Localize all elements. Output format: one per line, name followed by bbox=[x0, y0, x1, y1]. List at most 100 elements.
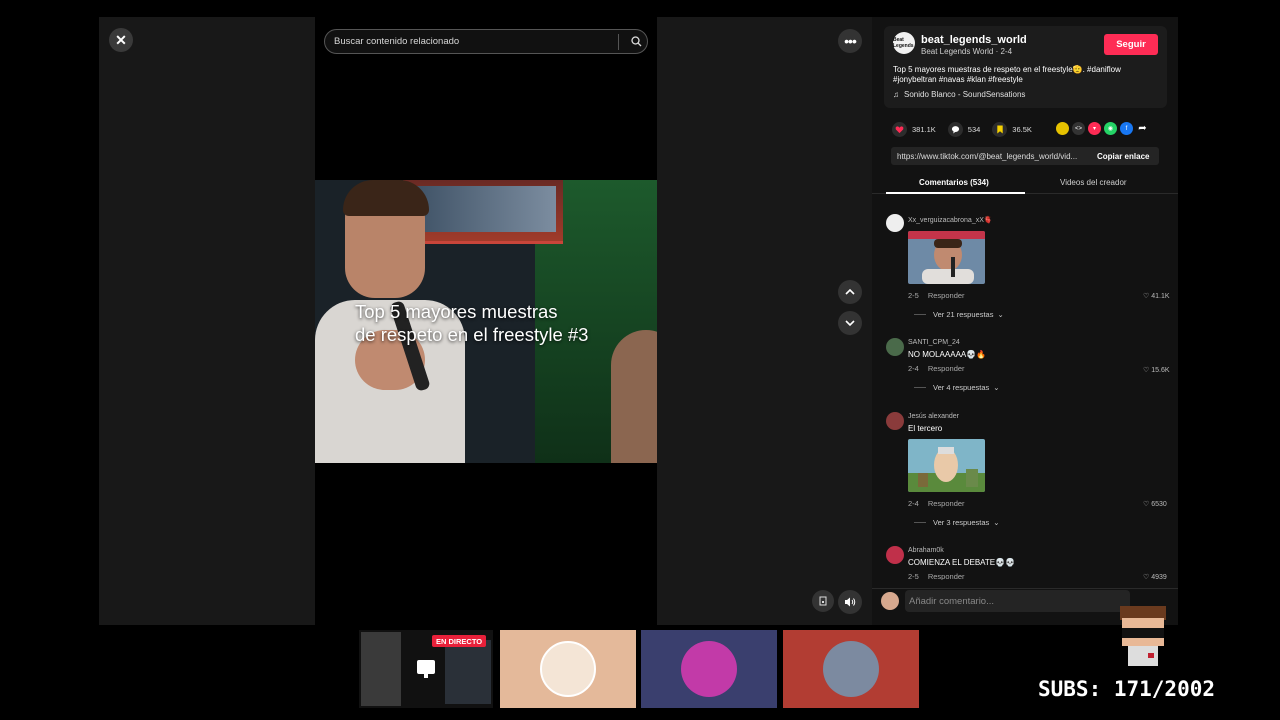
comment-count: 534 bbox=[967, 124, 981, 134]
like-stat[interactable]: 381.1K bbox=[892, 121, 936, 137]
view-replies-label: Ver 3 respuestas bbox=[933, 518, 990, 527]
comment-stat[interactable]: 534 bbox=[947, 121, 981, 137]
share-arrow-icon[interactable]: ➦ bbox=[1136, 122, 1149, 135]
reply-button[interactable]: Responder bbox=[928, 364, 965, 373]
chevron-down-icon: ⌄ bbox=[997, 310, 1004, 319]
video-link[interactable]: https://www.tiktok.com/@beat_legends_wor… bbox=[891, 152, 1091, 161]
follow-button[interactable]: Seguir bbox=[1104, 34, 1158, 55]
music-row[interactable]: ♫ Sonido Blanco - SoundSensations bbox=[893, 90, 1025, 99]
channel-tile[interactable] bbox=[641, 630, 777, 708]
flag-icon bbox=[819, 596, 827, 606]
comment-meta: 2-4 Responder bbox=[908, 364, 965, 373]
heart-icon bbox=[892, 121, 907, 137]
comment-image[interactable] bbox=[908, 439, 985, 492]
comment-username[interactable]: Abraham0k bbox=[908, 547, 944, 554]
search-icon[interactable] bbox=[625, 36, 647, 47]
comment-meta: 2-4 Responder bbox=[908, 499, 965, 508]
comment-avatar[interactable] bbox=[886, 546, 904, 564]
previous-video-button[interactable] bbox=[838, 280, 862, 304]
video-caption-line2: de respeto en el freestyle #3 bbox=[355, 324, 589, 345]
channel-avatar bbox=[681, 641, 737, 697]
next-video-button[interactable] bbox=[838, 311, 862, 335]
creator-subtitle: Beat Legends World · 2-4 bbox=[921, 47, 1013, 56]
tab-creator-videos[interactable]: Videos del creador bbox=[1060, 178, 1127, 187]
comment-like[interactable]: ♡ 15.6K bbox=[1143, 366, 1170, 374]
video-bg-screen-inner bbox=[410, 186, 556, 232]
report-button[interactable] bbox=[812, 590, 834, 612]
video-person-hair bbox=[343, 180, 429, 216]
comment-like[interactable]: ♡ 41.1K bbox=[1143, 292, 1170, 300]
volume-button[interactable] bbox=[838, 590, 862, 614]
embed-icon[interactable]: <> bbox=[1072, 122, 1085, 135]
reply-button[interactable]: Responder bbox=[928, 572, 965, 580]
channel-tile[interactable] bbox=[500, 630, 636, 708]
bookmark-icon bbox=[992, 121, 1008, 137]
video-caption-line1: Top 5 mayores muestras bbox=[355, 301, 558, 322]
like-count: 381.1K bbox=[912, 124, 936, 134]
streamer-avatar bbox=[1108, 598, 1178, 668]
view-replies-label: Ver 4 respuestas bbox=[933, 383, 990, 392]
tabs bbox=[872, 174, 1178, 194]
link-row: https://www.tiktok.com/@beat_legends_wor… bbox=[891, 147, 1159, 165]
music-note-icon: ♫ bbox=[893, 90, 899, 99]
close-icon: ✕ bbox=[115, 31, 127, 48]
comment-like[interactable]: ♡ 4939 bbox=[1143, 573, 1167, 581]
comment-avatar[interactable] bbox=[886, 338, 904, 356]
search-placeholder: Buscar contenido relacionado bbox=[334, 36, 460, 47]
chevron-down-icon bbox=[845, 320, 855, 327]
chevron-down-icon: ⌄ bbox=[993, 518, 1000, 527]
volume-icon bbox=[845, 597, 856, 607]
channel-avatar bbox=[540, 641, 596, 697]
close-button[interactable]: ✕ bbox=[109, 28, 133, 52]
comment-username[interactable]: Jesús alexander bbox=[908, 413, 959, 420]
comment-avatar[interactable] bbox=[886, 214, 904, 232]
view-replies-label: Ver 21 respuestas bbox=[933, 310, 994, 319]
comment-username[interactable]: SANTI_CPM_24 bbox=[908, 339, 960, 346]
channel-avatar bbox=[823, 641, 879, 697]
copy-link-button[interactable]: Copiar enlace bbox=[1091, 152, 1149, 161]
live-badge: EN DIRECTO bbox=[432, 635, 487, 647]
subs-counter: SUBS: 171/2002 bbox=[1038, 677, 1216, 701]
comment-like-count: 6530 bbox=[1151, 501, 1167, 508]
view-replies-button[interactable]: Ver 21 respuestas ⌄ bbox=[914, 310, 1004, 319]
more-icon: ••• bbox=[844, 33, 857, 49]
facebook-icon[interactable]: f bbox=[1120, 122, 1133, 135]
comment-meta: 2-5 Responder bbox=[908, 572, 965, 580]
my-avatar bbox=[881, 592, 899, 610]
video-player[interactable]: Top 5 mayores muestras de respeto en el … bbox=[315, 180, 657, 463]
share-row: <> ▾ ◉ f ➦ bbox=[1056, 122, 1149, 135]
comment-text: NO MOLAAAAA💀🔥 bbox=[908, 350, 987, 359]
comment-like-count: 41.1K bbox=[1151, 293, 1170, 300]
tab-comments[interactable]: Comentarios (534) bbox=[919, 178, 989, 187]
more-options-button[interactable]: ••• bbox=[838, 29, 862, 53]
reply-button[interactable]: Responder bbox=[928, 291, 965, 300]
search-input[interactable]: Buscar contenido relacionado bbox=[324, 29, 648, 54]
comment-input[interactable]: Añadir comentario... bbox=[905, 590, 1130, 612]
creator-avatar[interactable]: Beat Legends bbox=[893, 32, 915, 54]
comment-avatar[interactable] bbox=[886, 412, 904, 430]
comment-like-count: 4939 bbox=[1151, 574, 1167, 581]
comment-icon bbox=[947, 121, 963, 137]
reply-button[interactable]: Responder bbox=[928, 499, 965, 508]
coin-icon[interactable] bbox=[1056, 122, 1069, 135]
stats-row: 381.1K 534 36.5K bbox=[892, 121, 1044, 137]
send-icon[interactable]: ▾ bbox=[1088, 122, 1101, 135]
video-caption: Top 5 mayores muestras de respeto en el … bbox=[315, 300, 657, 346]
creator-handle[interactable]: beat_legends_world bbox=[921, 34, 1027, 46]
save-stat[interactable]: 36.5K bbox=[992, 121, 1032, 137]
comment-image[interactable] bbox=[908, 231, 985, 284]
view-replies-button[interactable]: Ver 4 respuestas ⌄ bbox=[914, 383, 1000, 392]
comment-text: El tercero bbox=[908, 424, 943, 433]
view-replies-button[interactable]: Ver 3 respuestas ⌄ bbox=[914, 518, 1000, 527]
comment-date: 2-5 bbox=[908, 572, 919, 580]
info-panel bbox=[872, 17, 1178, 625]
comment-meta: 2-5 Responder bbox=[908, 291, 965, 300]
video-description: Top 5 mayores muestras de respeto en el … bbox=[893, 65, 1121, 84]
whatsapp-icon[interactable]: ◉ bbox=[1104, 122, 1117, 135]
channel-tile[interactable] bbox=[783, 630, 919, 708]
search-divider bbox=[618, 33, 619, 50]
tab-active-indicator bbox=[886, 192, 1025, 194]
comment-username[interactable]: Xx_verguizacabrona_xX🫀 bbox=[908, 216, 993, 224]
comment-like[interactable]: ♡ 6530 bbox=[1143, 500, 1167, 508]
video-second-person bbox=[611, 330, 657, 463]
